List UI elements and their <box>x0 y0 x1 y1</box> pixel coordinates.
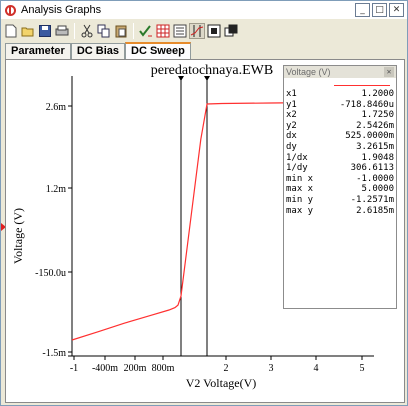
x-tick-label: 200m <box>124 363 147 374</box>
close-button[interactable]: ✕ <box>389 3 404 17</box>
cursor-readout-label: 1/dy <box>286 163 308 174</box>
cut-icon[interactable] <box>79 23 95 39</box>
cursor-panel-title: Voltage (V) <box>284 66 396 78</box>
app-icon <box>4 4 17 17</box>
y-tick-label: -150.0u <box>35 268 66 279</box>
toolbar <box>3 21 239 41</box>
cursor-readout-row: max y 2.6185m <box>286 206 394 217</box>
x-tick-label: 3 <box>269 363 274 374</box>
cursor-readout-value: -1.2571m <box>350 194 394 205</box>
cursor-panel-close-button[interactable]: ✕ <box>384 67 394 77</box>
window-title: Analysis Graphs <box>21 4 102 16</box>
cursor-readout-row: 1/dx 1.9048 <box>286 153 394 164</box>
cursor-readout-label: y2 <box>286 120 297 131</box>
copy-icon[interactable] <box>96 23 112 39</box>
cursor-readout-row: max x 5.0000 <box>286 184 394 195</box>
x-axis-label: V2 Voltage(V) <box>186 376 257 390</box>
open-icon[interactable] <box>20 23 36 39</box>
x-tick-label: 800m <box>152 363 175 374</box>
cursor-readout-row: min y -1.2571m <box>286 195 394 206</box>
reverse-colors-icon[interactable] <box>206 23 222 39</box>
paste-icon[interactable] <box>113 23 129 39</box>
cursor-readout-value: 1.9048 <box>361 152 394 163</box>
maximize-button[interactable]: □ <box>372 3 387 17</box>
cursor-readout-row: 1/dy 306.6113 <box>286 163 394 174</box>
cursor-readout-value: 3.2615m <box>356 141 394 152</box>
properties-icon[interactable] <box>138 23 154 39</box>
cursor-readout-value: -1.0000 <box>356 173 394 184</box>
legend-icon[interactable] <box>172 23 188 39</box>
cursor-readout-label: dy <box>286 141 297 152</box>
tab-parameter[interactable]: Parameter <box>5 43 71 59</box>
cursor-readout-row: dx 525.0000m <box>286 131 394 142</box>
x-tick-label: -1 <box>70 363 78 374</box>
cursor-readout-label: 1/dx <box>286 152 308 163</box>
cursor-readout-label: min x <box>286 173 314 184</box>
y-tick-label: 1.2m <box>46 184 67 195</box>
y-axis-label: Voltage (V) <box>11 208 25 264</box>
y-tick-label: 2.6m <box>46 102 67 113</box>
minimize-button[interactable]: _ <box>355 3 370 17</box>
cursor-readout-row: y1 -718.8460u <box>286 100 394 111</box>
y-tick-label: -1.5m <box>42 348 66 359</box>
tab-dc-sweep[interactable]: DC Sweep <box>125 42 191 59</box>
cursor-readout-value: 5.0000 <box>361 184 394 195</box>
cursors-icon[interactable] <box>189 23 205 39</box>
cursor-readout-row: min x -1.0000 <box>286 174 394 185</box>
x-tick-label: 5 <box>360 363 365 374</box>
cursor-readout-row: x1 1.2000 <box>286 89 394 100</box>
chart-title: peredatochnaya.EWB <box>151 63 273 78</box>
cursor-panel-legend-line <box>334 85 390 86</box>
cursor-readout-value: 525.0000m <box>345 131 394 142</box>
analysis-graphs-window: Analysis Graphs _ □ ✕ Parameter DC Bias … <box>0 0 408 406</box>
save-icon[interactable] <box>37 23 53 39</box>
cursor-readout-panel[interactable]: Voltage (V) ✕ x1 1.2000 y1 -718.8460u x2 1.72… <box>283 65 397 309</box>
cursor-readout-label: x1 <box>286 89 297 99</box>
cursor-readout-value: 306.6113 <box>350 163 394 174</box>
cursor-readout-value: 1.7250 <box>361 110 394 121</box>
cursor-handle-2 <box>204 76 210 81</box>
x-tick-label: -400m <box>92 363 118 374</box>
cursor-readout-value: -718.8460u <box>339 99 394 110</box>
cursor-readout-value: 1.2000 <box>361 89 394 99</box>
x-tick-label: 4 <box>314 363 319 374</box>
grid-icon[interactable] <box>155 23 171 39</box>
cursor-readout-label: dx <box>286 131 297 142</box>
cursor-readout-label: max y <box>286 205 314 216</box>
restore-icon[interactable] <box>223 23 239 39</box>
cursor-readout-label: x2 <box>286 110 297 121</box>
new-icon[interactable] <box>3 23 19 39</box>
cursor-readout-value: 2.6185m <box>356 205 394 216</box>
cursor-readout-label: min y <box>286 194 314 205</box>
tab-dc-bias[interactable]: DC Bias <box>70 43 126 59</box>
cursor-readout-row: y2 2.5426m <box>286 121 394 132</box>
title-bar[interactable]: Analysis Graphs _ □ ✕ <box>1 1 407 19</box>
cursor-readout-rows: x1 1.2000 y1 -718.8460u x2 1.7250 y2 2.5426m dx 5… <box>286 89 394 216</box>
cursor-handle-1 <box>178 76 184 81</box>
cursor-readout-value: 2.5426m <box>356 120 394 131</box>
x-tick-label: 2 <box>224 363 229 374</box>
cursor-readout-row: dy 3.2615m <box>286 142 394 153</box>
tab-strip: Parameter DC Bias DC Sweep <box>5 42 191 59</box>
cursor-readout-label: y1 <box>286 99 297 110</box>
print-icon[interactable] <box>54 23 70 39</box>
cursor-readout-label: max x <box>286 184 314 195</box>
cursor-readout-row: x2 1.7250 <box>286 110 394 121</box>
